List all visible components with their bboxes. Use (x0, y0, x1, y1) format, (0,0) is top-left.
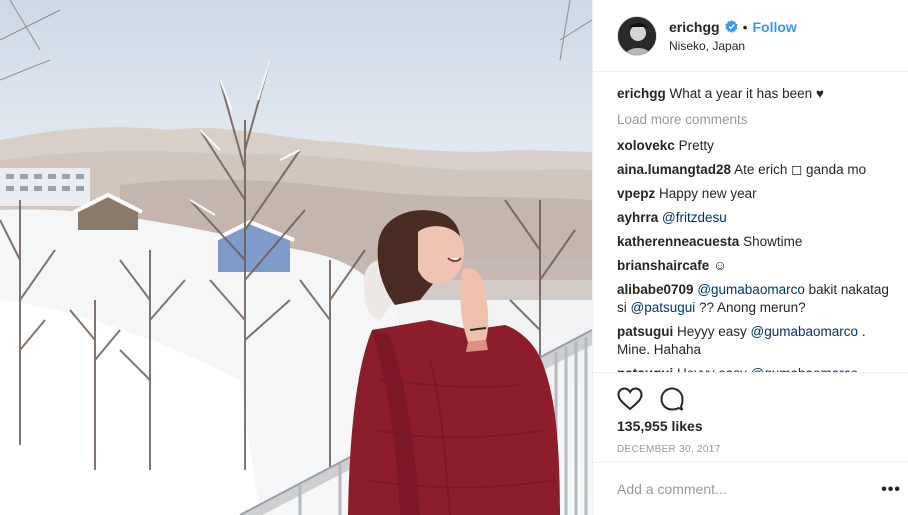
comment-text: Happy new year (659, 186, 757, 201)
post-username[interactable]: erichgg (669, 19, 720, 35)
comment-mention-link[interactable]: @gumabaomarco (751, 324, 859, 339)
comment-item: aina.lumangtad28 Ate erich ◻ ganda mo (617, 161, 889, 179)
add-comment-input[interactable] (617, 481, 857, 497)
snowy-scene-illustration (0, 0, 592, 515)
comment-mention-link[interactable]: @fritzdesu (662, 210, 727, 225)
comment-username[interactable]: vpepz (617, 186, 655, 201)
load-more-comments-button[interactable]: Load more comments (617, 111, 889, 129)
comment-text: Pretty (678, 138, 714, 153)
heart-icon[interactable] (616, 385, 644, 413)
comment-username[interactable]: aina.lumangtad28 (617, 162, 731, 177)
comment-text: ☺ (713, 258, 727, 273)
more-options-icon[interactable]: ••• (881, 481, 901, 499)
comment-username[interactable]: brianshaircafe (617, 258, 709, 273)
add-comment-bar: ••• (593, 462, 908, 515)
comment-username[interactable]: alibabe0709 (617, 282, 694, 297)
post-photo[interactable] (0, 0, 592, 515)
comment-username[interactable]: katherenneacuesta (617, 234, 739, 249)
caption: erichgg What a year it has been ♥ (617, 85, 889, 103)
post-date[interactable]: DECEMBER 30, 2017 (617, 444, 720, 455)
avatar[interactable] (617, 15, 657, 56)
avatar-image (618, 16, 656, 55)
comment-mention-link[interactable]: @patsugui (631, 300, 696, 315)
comment-username[interactable]: patsugui (617, 324, 673, 339)
post-actions: 135,955 likes DECEMBER 30, 2017 (593, 372, 908, 462)
post-details-panel: erichgg • Follow Niseko, Japan erichgg W… (592, 0, 908, 515)
comment-item: ayhrra @fritzdesu (617, 209, 889, 227)
comment-item: katherenneacuesta Showtime (617, 233, 889, 251)
comment-text: Ate erich ◻ ganda mo (734, 162, 867, 177)
comments-list[interactable]: erichgg What a year it has been ♥ Load m… (617, 85, 889, 372)
separator-dot: • (742, 18, 748, 35)
location-link[interactable]: Niseko, Japan (669, 39, 797, 53)
comment-item: patsugui Heyyy easy @gumabaomarco (617, 365, 889, 372)
comment-items: xolovekc Pretty aina.lumangtad28 Ate eric… (617, 137, 889, 372)
comment-username[interactable]: ayhrra (617, 210, 658, 225)
comment-mention-link[interactable]: @gumabaomarco (697, 282, 805, 297)
comment-item: brianshaircafe ☺ (617, 257, 889, 275)
caption-text: What a year it has been ♥ (669, 86, 824, 101)
caption-username[interactable]: erichgg (617, 86, 666, 101)
likes-count[interactable]: 135,955 likes (617, 418, 703, 434)
comment-username[interactable]: xolovekc (617, 138, 675, 153)
verified-badge-icon (724, 20, 738, 33)
comment-text: Heyyy easy (677, 324, 751, 339)
comment-text: ?? Anong merun? (695, 300, 806, 315)
post-header: erichgg • Follow Niseko, Japan (593, 0, 908, 72)
comment-item: patsugui Heyyy easy @gumabaomarco . Mine… (617, 323, 889, 359)
comment-item: vpepz Happy new year (617, 185, 889, 203)
follow-button[interactable]: Follow (752, 19, 796, 35)
comment-text: Showtime (743, 234, 803, 249)
comment-item: xolovekc Pretty (617, 137, 889, 155)
comment-bubble-icon[interactable] (658, 385, 686, 413)
comment-item: alibabe0709 @gumabaomarco bakit nakatag … (617, 281, 889, 317)
